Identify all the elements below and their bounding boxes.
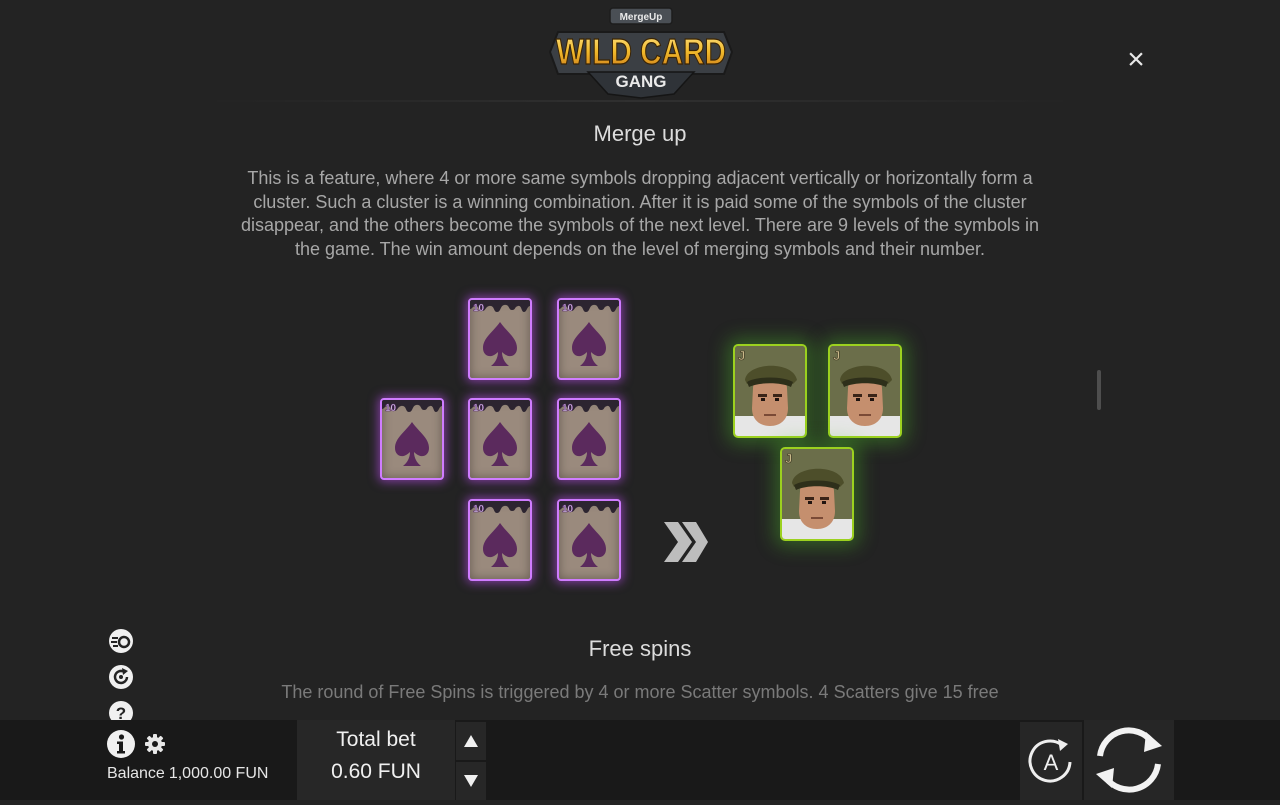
symbol-jack-gangster: J (733, 344, 807, 438)
symbol-ten-spade: 10 (468, 398, 532, 480)
symbol-label: 10 (473, 504, 485, 516)
total-bet-panel: Total bet 0.60 FUN (297, 720, 455, 800)
gear-icon[interactable] (144, 733, 166, 755)
symbol-ten-spade: 10 (468, 499, 532, 581)
symbol-label: J (785, 451, 793, 467)
info-icon[interactable] (106, 729, 136, 759)
symbol-label: 10 (385, 403, 397, 415)
symbol-ten-spade: 10 (468, 298, 532, 380)
free-spins-description: The round of Free Spins is triggered by … (281, 682, 999, 702)
bet-increase-button[interactable] (456, 722, 486, 760)
turbo-icon[interactable] (108, 628, 134, 654)
spade-icon (483, 523, 517, 567)
game-logo: MergeUp WILD CARD GANG (548, 7, 734, 99)
symbol-label: 10 (562, 504, 574, 516)
symbol-label: J (833, 348, 841, 364)
logo-sub-text: GANG (616, 72, 667, 91)
gangster-portrait-icon (782, 449, 852, 539)
gangster-portrait-icon (830, 346, 900, 436)
merge-up-description: This is a feature, where 4 or more same … (240, 168, 1040, 259)
spade-icon (572, 422, 606, 466)
symbol-ten-spade: 10 (557, 499, 621, 581)
balance-display: Balance 1,000.00 FUN (107, 765, 268, 783)
bet-decrease-button[interactable] (456, 762, 486, 800)
symbol-label: J (738, 348, 746, 364)
symbol-jack-gangster: J (828, 344, 902, 438)
symbol-ten-spade: 10 (557, 398, 621, 480)
symbol-ten-spade: 10 (380, 398, 444, 480)
free-spins-title: Free spins (588, 636, 692, 661)
merge-up-title: Merge up (593, 121, 687, 146)
symbol-label: 10 (562, 403, 574, 415)
spade-icon (395, 422, 429, 466)
balance-label: Balance (107, 765, 165, 782)
spin-icon (1096, 727, 1162, 793)
paytable-content[interactable]: Merge up This is a feature, where 4 or m… (0, 100, 1280, 720)
balance-value: 1,000.00 FUN (168, 765, 269, 782)
spade-icon (483, 322, 517, 366)
gangster-portrait-icon (735, 346, 805, 436)
arrow-down-icon (464, 775, 478, 787)
logo-main-text: WILD CARD (556, 31, 726, 72)
symbol-ten-spade: 10 (557, 298, 621, 380)
autoplay-icon: A (1028, 739, 1072, 783)
autoplay-label: A (1044, 750, 1059, 775)
symbol-label: 10 (562, 303, 574, 315)
double-chevron-right-icon (664, 522, 708, 562)
history-icon[interactable] (108, 664, 134, 690)
total-bet-label: Total bet (336, 728, 416, 751)
close-icon[interactable]: × (1122, 45, 1150, 75)
symbol-label: 10 (473, 303, 485, 315)
spade-icon (572, 322, 606, 366)
arrow-up-icon (464, 735, 478, 747)
spade-icon (483, 422, 517, 466)
spin-button[interactable] (1084, 720, 1174, 800)
autoplay-button[interactable]: A (1020, 722, 1082, 800)
scrollbar-thumb[interactable] (1097, 370, 1101, 410)
spade-icon (572, 523, 606, 567)
symbol-label: 10 (473, 403, 485, 415)
total-bet-value: 0.60 FUN (331, 760, 421, 783)
divider (200, 100, 1080, 102)
symbol-jack-gangster: J (780, 447, 854, 541)
logo-top-text: MergeUp (620, 12, 663, 23)
